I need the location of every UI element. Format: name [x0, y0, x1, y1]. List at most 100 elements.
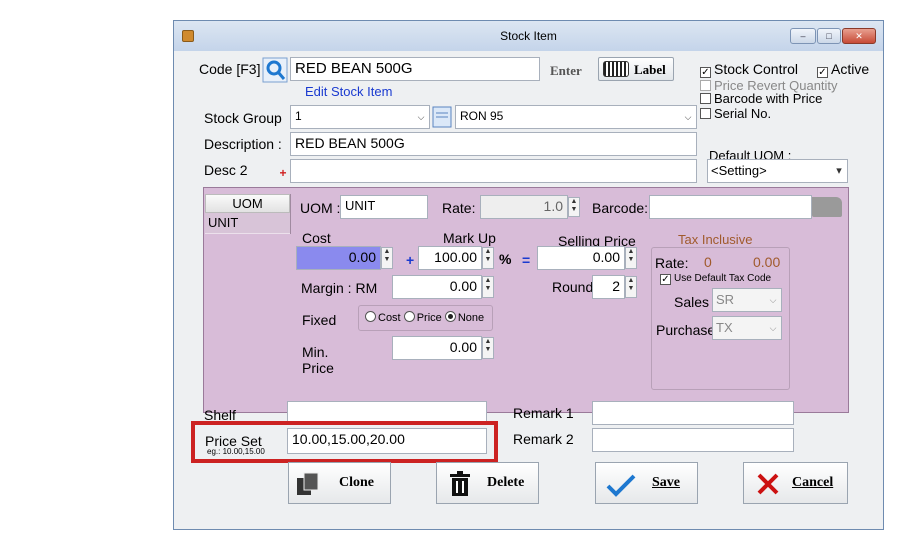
cancel-button[interactable]: Cancel [743, 462, 848, 504]
barcode-generate-icon[interactable] [812, 197, 842, 217]
fixed-cost-label: Cost [378, 312, 401, 324]
selling-price-input[interactable]: 0.00 [537, 246, 625, 270]
default-uom-value: <Setting> [711, 163, 767, 178]
min-price-input[interactable]: 0.00 [392, 336, 482, 360]
remark1-label: Remark 1 [513, 405, 574, 421]
barcode-input[interactable] [649, 195, 812, 219]
selling-price-stepper[interactable]: ▲ ▼ [625, 247, 637, 269]
stock-control-label: Stock Control [714, 61, 799, 77]
serial-no-label: Serial No. [714, 106, 772, 121]
rate-label: Rate: [442, 200, 476, 216]
default-uom-dropdown[interactable]: <Setting> ▾ [707, 159, 848, 183]
price-set-highlight [191, 421, 498, 463]
barcode-price-checkbox[interactable]: Barcode with Price [700, 91, 822, 106]
delete-label: Delete [487, 475, 525, 490]
fixed-none-radio[interactable]: None [444, 311, 485, 324]
fixed-price-label: Price [416, 312, 442, 324]
margin-stepper[interactable]: ▲ ▼ [482, 276, 494, 298]
description-label: Description : [204, 136, 282, 152]
fixed-label: Fixed [302, 312, 337, 328]
close-icon [757, 473, 779, 495]
tax-inclusive-title: Tax Inclusive [678, 232, 753, 247]
description-input[interactable]: RED BEAN 500G [290, 132, 697, 156]
plus-sign: + [406, 252, 415, 268]
search-icon[interactable] [262, 57, 288, 83]
save-label: Save [652, 475, 680, 490]
use-default-tax-label: Use Default Tax Code [674, 273, 772, 284]
cost-stepper[interactable]: ▲ ▼ [381, 247, 393, 269]
chevron-down-icon: ⌵ [769, 323, 777, 333]
fixed-price-radio[interactable]: Price [403, 311, 442, 324]
markup-stepper[interactable]: ▲ ▼ [482, 247, 494, 269]
delete-button[interactable]: Delete [436, 462, 539, 504]
cancel-label: Cancel [792, 475, 834, 490]
remark2-input[interactable] [592, 428, 794, 452]
edit-stock-item-link[interactable]: Edit Stock Item [305, 84, 392, 99]
minimize-button[interactable]: – [790, 28, 816, 44]
title-bar: Stock Item – □ ✕ [174, 21, 883, 51]
uom-list-header: UOM [205, 194, 290, 213]
round-stepper[interactable]: ▲ ▼ [625, 276, 637, 298]
stock-group-value: 1 [295, 109, 302, 123]
sales-tax-value: SR [716, 292, 735, 307]
stock-item-window: Stock Item – □ ✕ Code [F3] RED BEAN 500G… [173, 20, 884, 530]
save-button[interactable]: Save [595, 462, 698, 504]
active-label: Active [831, 61, 870, 77]
chevron-down-icon: ▾ [836, 165, 842, 177]
maximize-button[interactable]: □ [817, 28, 841, 44]
clone-icon [297, 472, 319, 495]
margin-label: Margin : RM [301, 280, 378, 296]
sales-tax-dropdown[interactable]: SR ⌵ [712, 288, 782, 312]
window-title: Stock Item [500, 29, 557, 43]
form-client: Code [F3] RED BEAN 500G Edit Stock Item … [174, 51, 883, 529]
rate-stepper[interactable]: ▲ ▼ [568, 197, 580, 217]
uom-list: UOM UNIT [205, 194, 291, 234]
sales-tax-label: Sales [674, 294, 710, 310]
add-desc-icon[interactable]: + [277, 167, 289, 181]
checkmark-icon [606, 474, 636, 497]
group-lookup-icon[interactable] [431, 105, 453, 129]
rate-input[interactable]: 1.0 [480, 195, 568, 219]
uom-label: UOM : [300, 200, 341, 216]
min-price-stepper[interactable]: ▲ ▼ [482, 337, 494, 359]
min-price-label-1: Min. [302, 344, 329, 360]
fixed-none-label: None [457, 312, 485, 324]
tax-rate-a: 0 [704, 254, 712, 270]
markup-input[interactable]: 100.00 [418, 246, 482, 270]
barcode-icon [603, 61, 629, 77]
margin-input[interactable]: 0.00 [392, 275, 482, 299]
uom-list-item[interactable]: UNIT [205, 213, 290, 233]
purchase-tax-dropdown[interactable]: TX ⌵ [712, 316, 782, 340]
cost-input[interactable]: 0.00 [296, 246, 381, 270]
desc2-label: Desc 2 [204, 162, 248, 178]
markup-label: Mark Up [443, 230, 496, 246]
tax-rate-label: Rate: [655, 255, 689, 271]
chevron-down-icon: ⌵ [684, 112, 692, 122]
equals-sign: = [522, 252, 531, 268]
stock-group2-dropdown[interactable]: RON 95 ⌵ [455, 105, 697, 129]
use-default-tax-checkbox[interactable]: ✓ Use Default Tax Code [660, 273, 771, 285]
purchase-tax-value: TX [716, 320, 733, 335]
label-button-text: Label [634, 62, 666, 77]
code-input[interactable]: RED BEAN 500G [290, 57, 540, 81]
uom-input[interactable]: UNIT [340, 195, 428, 219]
enter-button[interactable]: Enter [550, 63, 582, 79]
stock-control-checkbox[interactable]: ✓ Stock Control [700, 61, 798, 78]
fixed-cost-radio[interactable]: Cost [365, 311, 401, 324]
min-price-label-2: Price [302, 360, 334, 376]
stock-group-dropdown[interactable]: 1 ⌵ [290, 105, 430, 129]
clone-button[interactable]: Clone [288, 462, 391, 504]
label-button[interactable]: Label [598, 57, 674, 81]
cost-label: Cost [302, 230, 331, 246]
stock-group2-value: RON 95 [460, 109, 504, 123]
active-checkbox[interactable]: ✓ Active [817, 61, 869, 78]
close-button[interactable]: ✕ [842, 28, 876, 44]
round-input[interactable]: 2 [592, 275, 625, 299]
chevron-down-icon: ⌵ [769, 295, 777, 305]
barcode-label: Barcode: [592, 200, 649, 216]
fixed-radio-group: Cost Price None [358, 305, 493, 331]
desc2-input[interactable] [290, 159, 697, 183]
serial-no-checkbox[interactable]: Serial No. [700, 106, 771, 121]
remark1-input[interactable] [592, 401, 794, 425]
purchase-tax-label: Purchase [656, 322, 716, 338]
